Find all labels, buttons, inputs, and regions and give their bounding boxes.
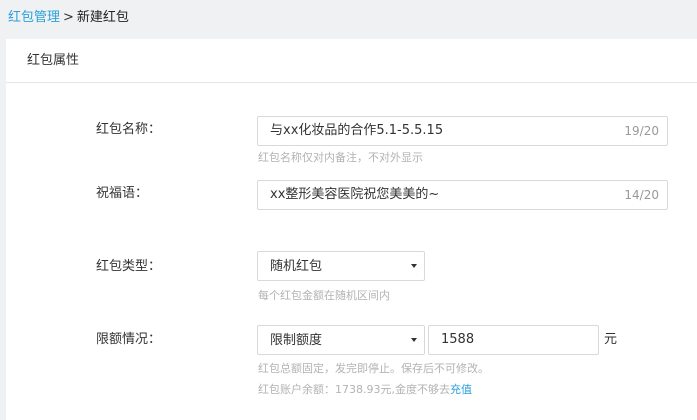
type-select-value: 随机红包 xyxy=(270,259,323,274)
limit-amount-value: 1588 xyxy=(441,332,475,347)
section-title: 红包属性 xyxy=(27,53,80,68)
chevron-down-icon xyxy=(411,264,417,268)
account-balance-text: 红包账户余额：1738.93元,金度不够去 xyxy=(258,383,450,396)
limit-label: 限额情况： xyxy=(96,332,162,347)
greeting-input[interactable]: xx整形美容医院祝您美美的~ 14/20 xyxy=(257,180,668,210)
breadcrumb: 红包管理 > 新建红包 xyxy=(8,9,129,27)
name-hint: 红包名称仅对内备注，不对外显示 xyxy=(258,151,423,164)
greeting-label: 祝福语： xyxy=(96,186,149,201)
name-label: 红包名称： xyxy=(96,122,162,137)
type-select[interactable]: 随机红包 xyxy=(257,251,425,281)
section-header: 红包属性 xyxy=(6,39,697,83)
breadcrumb-link-redpacket-management[interactable]: 红包管理 xyxy=(8,10,60,25)
type-hint: 每个红包金额在随机区间内 xyxy=(258,289,390,302)
type-label: 红包类型： xyxy=(96,259,162,274)
name-input-value: 与xx化妆品的合作5.1-5.5.15 xyxy=(270,123,444,138)
limit-select[interactable]: 限制额度 xyxy=(257,325,425,355)
limit-hint: 红包总额固定，发完即停止。保存后不可修改。 xyxy=(258,362,489,375)
limit-amount-input[interactable]: 1588 xyxy=(428,325,599,355)
name-char-counter: 19/20 xyxy=(624,124,659,138)
account-balance-hint: 红包账户余额：1738.93元,金度不够去充值 xyxy=(258,383,472,397)
breadcrumb-current-page: 新建红包 xyxy=(76,10,129,25)
greeting-input-value: xx整形美容医院祝您美美的~ xyxy=(270,187,440,202)
limit-amount-unit: 元 xyxy=(604,332,618,347)
name-input[interactable]: 与xx化妆品的合作5.1-5.5.15 19/20 xyxy=(257,116,668,146)
breadcrumb-separator: > xyxy=(63,10,74,25)
greeting-char-counter: 14/20 xyxy=(624,188,659,202)
limit-select-value: 限制额度 xyxy=(270,333,323,348)
recharge-link[interactable]: 充值 xyxy=(450,383,472,396)
redpacket-form-card: 红包属性 红包名称： 与xx化妆品的合作5.1-5.5.15 19/20 红包名… xyxy=(6,39,697,420)
chevron-down-icon xyxy=(411,338,417,342)
